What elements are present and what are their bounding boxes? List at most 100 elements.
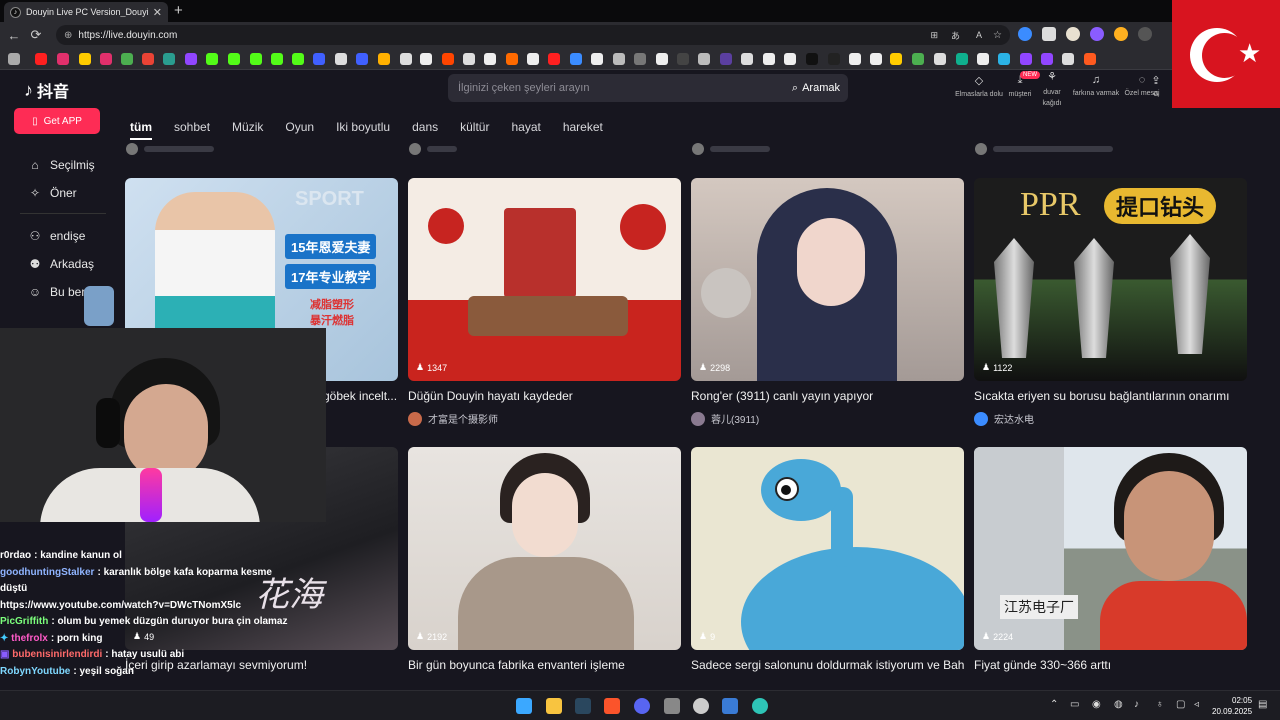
app-icon[interactable] xyxy=(693,698,709,714)
browser-tab[interactable]: ♪ Douyin Live PC Version_Douyin L ✕ xyxy=(4,2,168,22)
microphone-icon[interactable]: ♁ xyxy=(1156,699,1164,710)
bookmark-icon[interactable] xyxy=(206,53,218,65)
bookmark-icon[interactable] xyxy=(527,53,539,65)
site-info-icon[interactable]: ⊕ xyxy=(64,30,72,41)
live-title[interactable]: Sadece sergi salonunu doldurmak istiyoru… xyxy=(691,658,964,672)
bookmark-icon[interactable] xyxy=(506,53,518,65)
sidebar-item-follow[interactable]: ⚇ endişe xyxy=(28,229,86,243)
tab-life[interactable]: hayat xyxy=(511,120,540,140)
bookmark-icon[interactable] xyxy=(163,53,175,65)
sidebar-item-friends[interactable]: ⚉ Arkadaş xyxy=(28,257,94,271)
bookmark-icon[interactable] xyxy=(828,53,840,65)
speaker-icon[interactable]: ◃ xyxy=(1194,699,1199,710)
bookmark-icon[interactable] xyxy=(656,53,668,65)
douyin-logo[interactable]: ♪ 抖音 xyxy=(24,78,69,102)
bookmark-icon[interactable] xyxy=(400,53,412,65)
live-title[interactable]: Düğün Douyin hayatı kaydeder xyxy=(408,389,681,403)
live-thumbnail[interactable]: ♟ 2192 xyxy=(408,447,681,650)
bookmark-icon[interactable] xyxy=(8,53,20,65)
extension-icon[interactable] xyxy=(1042,27,1056,41)
sidebar-item-recommend[interactable]: ✧ Öner xyxy=(28,186,77,200)
tab-game[interactable]: Oyun xyxy=(285,120,314,140)
bookmark-icon[interactable] xyxy=(57,53,69,65)
bookmark-icon[interactable] xyxy=(677,53,689,65)
live-thumbnail[interactable]: PPR 提口钻头 ♟ 1122 xyxy=(974,178,1247,381)
bookmark-icon[interactable] xyxy=(250,53,262,65)
network-icon[interactable]: ▢ xyxy=(1176,699,1185,710)
bookmark-icon[interactable] xyxy=(934,53,946,65)
live-title[interactable]: Bir gün boyunca fabrika envanteri işleme xyxy=(408,658,681,672)
translate-icon[interactable]: A xyxy=(976,30,982,40)
app-icon[interactable] xyxy=(722,698,738,714)
extension-icon[interactable] xyxy=(1018,27,1032,41)
sidebar-item-me[interactable]: ☺ Bu ben xyxy=(28,285,88,299)
bookmark-icon[interactable] xyxy=(890,53,902,65)
streamer[interactable]: 宏达水电 xyxy=(974,411,1247,426)
notifications-button[interactable]: ♫ farkına varmak xyxy=(1070,74,1122,97)
live-card[interactable]: ♟ 2298 Rong'er (3911) canlı yayın yapıyor… xyxy=(691,178,964,426)
bookmark-icon[interactable] xyxy=(100,53,112,65)
new-tab-button[interactable]: + xyxy=(174,2,183,19)
search-button[interactable]: ⌕ Aramak xyxy=(792,82,848,95)
edge-icon[interactable] xyxy=(752,698,768,714)
bookmark-icon[interactable] xyxy=(142,53,154,65)
bookmark-icon[interactable] xyxy=(463,53,475,65)
bookmark-icon[interactable] xyxy=(548,53,560,65)
tab-chat[interactable]: sohbet xyxy=(174,120,210,140)
extension-icon[interactable] xyxy=(1138,27,1152,41)
back-arrow-icon[interactable]: ← xyxy=(6,28,22,43)
bookmark-icon[interactable] xyxy=(998,53,1010,65)
live-thumbnail[interactable]: ♟ 2298 xyxy=(691,178,964,381)
bookmark-icon[interactable] xyxy=(1041,53,1053,65)
contribute-button[interactable]: ⇪ G xyxy=(1145,74,1167,98)
bookmark-icon[interactable] xyxy=(784,53,796,65)
close-tab-icon[interactable]: ✕ xyxy=(153,6,162,19)
bookmark-icon[interactable] xyxy=(591,53,603,65)
taskbar-clock[interactable]: 02:05 20.09.2025 xyxy=(1212,695,1252,717)
live-card[interactable]: ♟ 1347 Düğün Douyin hayatı kaydeder 才富是个摄… xyxy=(408,178,681,426)
bookmark-icon[interactable] xyxy=(634,53,646,65)
steam-icon[interactable] xyxy=(575,698,591,714)
search-input[interactable]: İlginizi çeken şeyleri arayın xyxy=(448,82,792,94)
streamer[interactable]: 才富是个摄影师 xyxy=(408,411,681,426)
bookmark-icon[interactable] xyxy=(35,53,47,65)
bookmark-icon[interactable] xyxy=(228,53,240,65)
bookmark-icon[interactable] xyxy=(956,53,968,65)
windows-start-icon[interactable] xyxy=(516,698,532,714)
steam-tray-icon[interactable]: ◍ xyxy=(1114,699,1123,710)
live-card[interactable]: ♟ 2192 Bir gün boyunca fabrika envanteri … xyxy=(408,447,681,672)
bookmark-icon[interactable] xyxy=(292,53,304,65)
sidebar-item-selected[interactable]: ⌂ Seçilmiş xyxy=(28,158,94,172)
bookmark-icon[interactable] xyxy=(356,53,368,65)
bookmark-icon[interactable] xyxy=(313,53,325,65)
tab-all[interactable]: tüm xyxy=(130,120,152,140)
bookmark-icon[interactable] xyxy=(763,53,775,65)
extension-icon[interactable] xyxy=(1090,27,1104,41)
bookmark-star-icon[interactable]: ☆ xyxy=(993,30,1002,41)
tab-anime[interactable]: Iki boyutlu xyxy=(336,120,390,140)
bookmark-icon[interactable] xyxy=(1062,53,1074,65)
bookmark-icon[interactable] xyxy=(912,53,924,65)
bookmark-icon[interactable] xyxy=(613,53,625,65)
bookmark-icon[interactable] xyxy=(378,53,390,65)
bookmark-icon[interactable] xyxy=(570,53,582,65)
extension-icon[interactable] xyxy=(1114,27,1128,41)
bookmark-icon[interactable] xyxy=(442,53,454,65)
discord-icon[interactable] xyxy=(634,698,650,714)
tray-icon[interactable]: ◉ xyxy=(1092,699,1101,710)
live-thumbnail[interactable]: ♟ 1347 xyxy=(408,178,681,381)
bookmark-icon[interactable] xyxy=(271,53,283,65)
brave-browser-icon[interactable] xyxy=(604,698,620,714)
file-explorer-icon[interactable] xyxy=(546,698,562,714)
live-thumbnail[interactable]: 江苏电子厂 ♟ 2224 xyxy=(974,447,1247,650)
live-title[interactable]: Sıcakta eriyen su borusu bağlantılarının… xyxy=(974,389,1247,403)
bookmark-icon[interactable] xyxy=(1084,53,1096,65)
app-icon[interactable] xyxy=(664,698,680,714)
volume-icon[interactable]: ♪ xyxy=(1134,699,1139,710)
live-thumbnail[interactable]: ♟ 9 xyxy=(691,447,964,650)
bookmark-icon[interactable] xyxy=(121,53,133,65)
bookmark-icon[interactable] xyxy=(79,53,91,65)
bookmark-icon[interactable] xyxy=(870,53,882,65)
bookmark-icon[interactable] xyxy=(335,53,347,65)
bookmark-icon[interactable] xyxy=(720,53,732,65)
